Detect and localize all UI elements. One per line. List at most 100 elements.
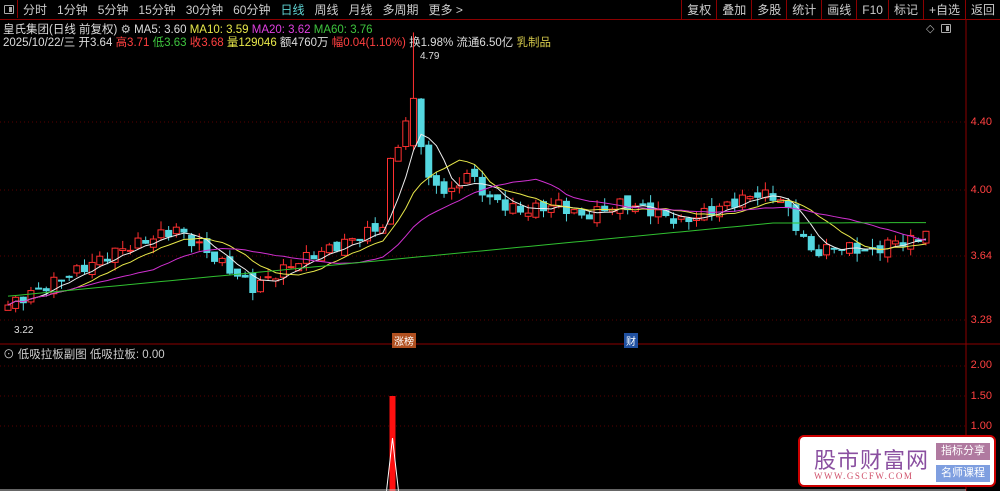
candle-body [65,275,73,278]
candle-body [471,168,479,177]
candle-body [172,226,180,235]
candle-body [188,234,196,247]
candle-body [218,257,226,264]
candle-body [234,268,241,277]
candle-body [501,199,509,211]
candle-body [891,240,899,245]
sub-chart-header: ⊙ 低吸拉板副图 低吸拉板: 0.00 [3,346,165,362]
toolbar-button[interactable]: F10 [856,0,888,19]
right-buttons: 复权 叠加 多股 统计 画线 F10 标记 +自选 返回 [681,0,1000,19]
tab-period[interactable]: 5分钟 [93,0,134,19]
candle-body [570,209,578,214]
tag-finance[interactable]: 财 [624,333,638,348]
candle-body [341,238,349,256]
candle-body [601,205,609,212]
tab-period[interactable]: 1分钟 [52,0,93,19]
candle-body [302,252,310,264]
candle-body [440,181,448,194]
candle-body [96,255,104,266]
period-tabs: 分时 1分钟 5分钟 15分钟 30分钟 60分钟 日线 周线 月线 多周期 更多 > [18,0,468,19]
toolbar-button[interactable]: +自选 [922,0,965,19]
kline-chart[interactable] [0,20,1000,491]
candle-body [264,276,272,279]
candle-body [387,157,394,225]
candle-body [830,247,838,250]
candle-body [103,258,111,262]
toolbar-button[interactable]: 统计 [786,0,821,19]
tab-period[interactable]: 多周期 [378,0,424,19]
sub-chart-title: 低吸拉板副图 [17,349,87,361]
candle-body [42,288,50,292]
candle-body [800,233,808,237]
candle-body [670,218,678,224]
panel-toggle-icon[interactable] [0,0,18,18]
candle-body [402,120,410,148]
candle-body [524,212,532,217]
candle-body [142,240,150,244]
candle-body [463,172,471,184]
candle-body [685,217,693,223]
candle-body [58,279,66,282]
candle-body [448,187,456,193]
price-label: 4.00 [970,184,992,196]
candle-body [279,264,287,278]
candle-body [310,255,318,260]
tab-period[interactable]: 分时 [18,0,52,19]
candle-body [356,238,364,242]
candle-body [585,214,593,220]
tab-period[interactable]: 周线 [309,0,343,19]
collapse-icon[interactable]: ⊙ [3,349,15,361]
candle-body [287,266,295,269]
indicator-share-button[interactable]: 指标分享 [936,443,990,460]
toolbar-button[interactable]: 标记 [887,0,923,19]
candle-body [639,203,647,206]
candle-body [807,236,815,251]
toolbar-button[interactable]: 多股 [751,0,786,19]
candle-body [754,192,762,198]
candle-body [119,248,127,251]
ma60-line [7,222,927,297]
sub-axis-label: 2.00 [970,359,992,371]
tab-period[interactable]: 日线 [275,0,309,19]
candle-body [509,203,517,214]
price-label: 3.64 [970,250,992,262]
candle-body [134,237,142,249]
candle-body [81,264,88,273]
candle-body [731,198,739,208]
signal-bar [389,396,396,491]
candle-body [654,209,662,218]
candle-body [256,279,264,293]
candle-body [723,201,731,207]
candle-body [425,144,433,178]
toolbar-button[interactable]: 画线 [821,0,856,19]
tab-period[interactable]: 更多 > [424,0,468,19]
period-toolbar: 分时 1分钟 5分钟 15分钟 30分钟 60分钟 日线 周线 月线 多周期 更多 > 复权 叠加 多股… [0,0,1000,20]
toolbar-button[interactable]: 复权 [681,0,716,19]
tab-period[interactable]: 60分钟 [228,0,275,19]
candle-body [394,146,402,162]
candle-body [27,290,35,303]
candle-body [578,209,586,216]
toolbar-button[interactable]: 叠加 [716,0,751,19]
tag-rank[interactable]: 涨榜 [392,333,416,348]
tab-period[interactable]: 15分钟 [133,0,180,19]
watermark-logo: 股市财富网 WWW.GSCFW.COM 指标分享 名师课程 [798,435,996,487]
tab-period[interactable]: 30分钟 [181,0,228,19]
candle-body [371,223,379,232]
sub-axis-label: 1.00 [970,420,992,432]
candle-body [157,229,165,239]
candle-body [486,194,494,198]
candle-body [4,304,12,311]
min-price-label: 3.22 [14,325,34,336]
toolbar-button[interactable]: 返回 [964,0,1000,19]
candle-body [35,287,43,290]
sub-axis-label: 1.50 [970,390,992,402]
candle-body [823,244,831,256]
course-button[interactable]: 名师课程 [936,465,990,482]
candle-body [784,200,792,209]
candle-body [746,196,754,200]
tab-period[interactable]: 月线 [344,0,378,19]
candle-body [333,241,341,252]
candle-body [73,265,81,274]
candle-body [211,251,219,262]
